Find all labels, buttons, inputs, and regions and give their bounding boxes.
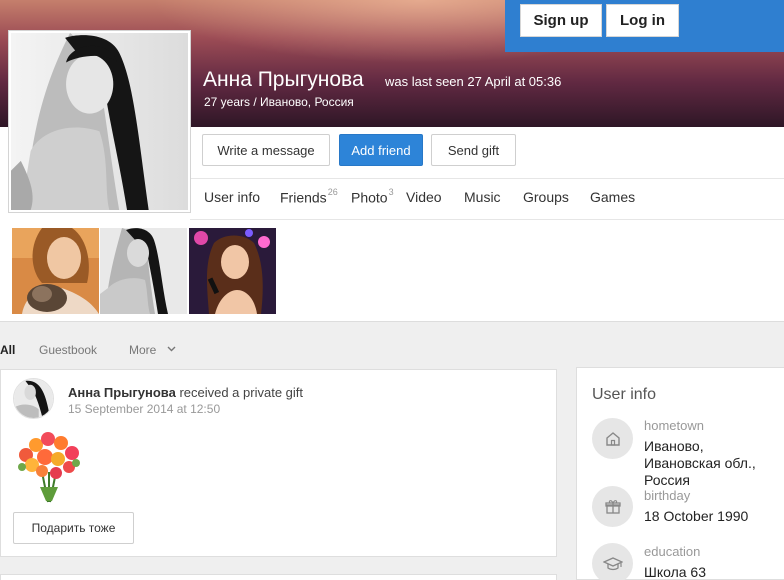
tab-video[interactable]: Video — [406, 189, 442, 205]
education-label: education — [644, 544, 701, 559]
post-headline: Анна Прыгунова received a private gift — [68, 385, 303, 400]
feed-tab-all[interactable]: All — [0, 343, 15, 357]
tab-label: User info — [204, 189, 261, 205]
divider — [190, 178, 784, 179]
last-seen-status: was last seen 27 April at 05:36 — [385, 74, 562, 89]
avatar-photo — [14, 379, 53, 418]
birthday-value: 18 October 1990 — [644, 508, 749, 524]
post-timestamp: 15 September 2014 at 12:50 — [68, 402, 221, 416]
photo-count-badge: 3 — [388, 187, 394, 197]
user-info-panel: User info hometown Иваново, Ивановская о… — [576, 367, 784, 580]
gift-too-button[interactable]: Подарить тоже — [13, 512, 134, 544]
tab-photo[interactable]: Photo3 — [351, 187, 394, 206]
tab-label: Photo — [351, 189, 388, 206]
post-author-avatar[interactable] — [13, 378, 54, 419]
sign-up-button[interactable]: Sign up — [520, 4, 602, 37]
tab-groups[interactable]: Groups — [523, 189, 569, 205]
graduation-cap-icon — [592, 543, 633, 580]
add-friend-button[interactable]: Add friend — [339, 134, 423, 166]
profile-name: Анна Прыгунова — [203, 68, 364, 91]
hometown-value: Иваново, Ивановская обл., Россия — [644, 438, 756, 488]
feed-tab-more[interactable]: More — [129, 343, 156, 357]
photo-image — [100, 228, 187, 314]
profile-avatar[interactable] — [9, 31, 190, 212]
education-value: Школа 63 — [644, 564, 707, 580]
divider — [190, 219, 784, 220]
tab-label: Friends — [280, 189, 327, 206]
avatar-photo — [11, 33, 188, 210]
send-gift-button[interactable]: Send gift — [431, 134, 516, 166]
tab-friends[interactable]: Friends26 — [280, 187, 338, 206]
tab-games[interactable]: Games — [590, 189, 635, 205]
tab-music[interactable]: Music — [464, 189, 501, 205]
friends-count-badge: 26 — [327, 187, 338, 197]
hometown-label: hometown — [644, 418, 704, 433]
write-message-button[interactable]: Write a message — [202, 134, 330, 166]
photo-thumbnail[interactable] — [100, 228, 187, 314]
house-icon — [592, 418, 633, 459]
feed-tab-guestbook[interactable]: Guestbook — [39, 343, 97, 357]
post-author-link[interactable]: Анна Прыгунова — [68, 385, 176, 400]
feed-post-card: Анна Прыгунова received a private gift 1… — [0, 369, 557, 557]
gift-icon — [592, 486, 633, 527]
photo-image — [189, 228, 276, 314]
age-location: 27 years / Иваново, Россия — [204, 95, 354, 109]
photo-thumbnail[interactable] — [189, 228, 276, 314]
photo-image — [12, 228, 99, 314]
log-in-button[interactable]: Log in — [606, 4, 679, 37]
auth-bar: Sign up Log in — [505, 0, 784, 52]
tab-user-info[interactable]: User info — [204, 189, 260, 205]
chevron-down-icon[interactable] — [166, 343, 177, 357]
user-info-title: User info — [592, 386, 657, 403]
gift-bouquet-icon[interactable] — [12, 427, 86, 503]
post-action-text: received a private gift — [179, 385, 304, 400]
photo-thumbnail[interactable] — [12, 228, 99, 314]
feed-post-card — [0, 574, 557, 580]
birthday-label: birthday — [644, 488, 691, 503]
